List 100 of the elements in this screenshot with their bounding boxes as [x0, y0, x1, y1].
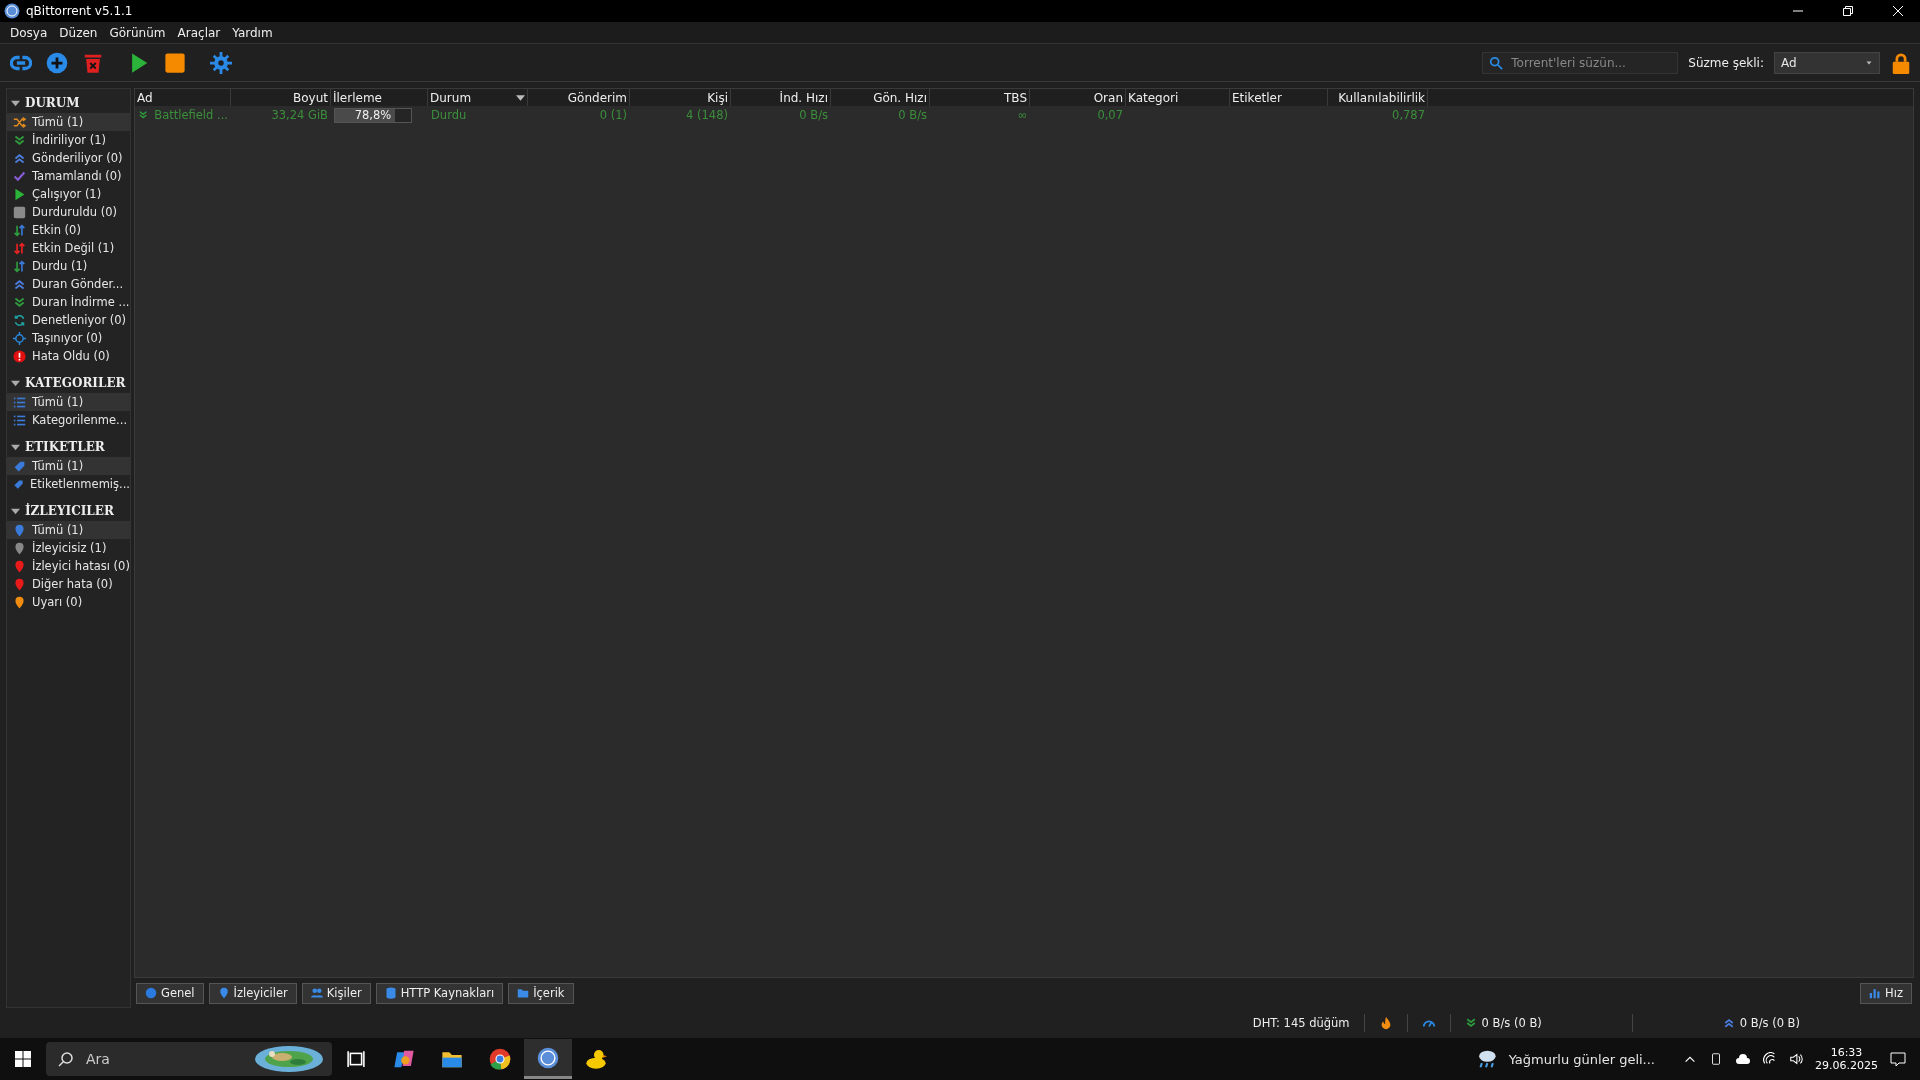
play-icon [13, 187, 26, 201]
filter-item[interactable]: Tümü (1) [7, 113, 130, 131]
pin-icon [217, 987, 230, 999]
upload-icon [13, 151, 26, 165]
table-cell: 0 B/s [898, 108, 927, 122]
speed-button[interactable]: Hız [1860, 982, 1912, 1004]
volume-icon [1789, 1052, 1803, 1066]
filter-item[interactable]: Çalışıyor (1) [7, 185, 130, 203]
list-icon [13, 395, 26, 409]
filter-item[interactable]: Uyarı (0) [7, 593, 130, 611]
panel-tab[interactable]: Genel [136, 982, 204, 1004]
filter-item[interactable]: Taşınıyor (0) [7, 329, 130, 347]
menu-item[interactable]: Görünüm [103, 25, 172, 40]
weather-text: Yağmurlu günler geli... [1508, 1051, 1655, 1067]
collapse-icon[interactable] [11, 378, 20, 388]
filter-item[interactable]: Hata Oldu (0) [7, 347, 130, 365]
settings-icon [210, 51, 232, 74]
filter-item[interactable]: Etkin Değil (1) [7, 239, 130, 257]
menu-item[interactable]: Araçlar [171, 25, 227, 40]
info-icon [145, 987, 157, 999]
filter-label: Süzme şekli: [1688, 55, 1764, 70]
section-title: KATEGORILER [25, 376, 126, 390]
filter-item[interactable]: Tümü (1) [7, 457, 130, 475]
search-icon [1489, 55, 1504, 70]
pin-icon [13, 595, 26, 609]
menu-item[interactable]: Dosya [4, 25, 54, 40]
upload-icon [1722, 1017, 1735, 1029]
checkmark-icon [13, 169, 26, 183]
filter-item[interactable]: Diğer hata (0) [7, 575, 130, 593]
pin-icon [13, 523, 26, 537]
search-icon [58, 1051, 74, 1067]
cloud-icon [1735, 1051, 1751, 1067]
plus-icon [46, 51, 68, 74]
table-cell: 0,787 [1392, 108, 1425, 122]
refresh-icon [13, 313, 26, 327]
filter-item[interactable]: Etkin (0) [7, 221, 130, 239]
arrows-icon [13, 259, 26, 273]
panel-tab[interactable]: İzleyiciler [208, 982, 297, 1004]
device-icon [1709, 1052, 1723, 1066]
search-field[interactable]: Torrent'leri süzün... [1482, 51, 1679, 74]
collapse-icon[interactable] [11, 98, 20, 108]
arrows-icon [13, 223, 26, 237]
filter-item[interactable]: Duran Gönder... [7, 275, 130, 293]
panel-tab[interactable]: HTTP Kaynakları [375, 982, 504, 1004]
download-status: 0 B/s (0 B) [1464, 1016, 1542, 1030]
table-cell: 0 B/s [799, 108, 828, 122]
section-title: DURUM [25, 96, 80, 110]
filter-item[interactable]: İndiriliyor (1) [7, 131, 130, 149]
collapse-icon[interactable] [11, 442, 20, 452]
filter-item[interactable]: Durduruldu (0) [7, 203, 130, 221]
panel-tab[interactable]: İçerik [508, 982, 574, 1004]
windows-icon [15, 1051, 31, 1067]
filter-item[interactable]: Tümü (1) [7, 393, 130, 411]
filter-item[interactable]: Denetleniyor (0) [7, 311, 130, 329]
filter-item[interactable]: Duran İndirme ... [7, 293, 130, 311]
ribbon-icon [393, 1048, 415, 1070]
filter-item[interactable]: Tamamlandı (0) [7, 167, 130, 185]
menu-item[interactable]: Yardım [226, 25, 279, 40]
taskbar-search-input[interactable]: Ara [84, 1050, 234, 1068]
filter-item[interactable]: Durdu (1) [7, 257, 130, 275]
filter-item[interactable]: Tümü (1) [7, 521, 130, 539]
error-icon [13, 349, 26, 363]
list-icon [13, 413, 26, 427]
pin-icon [13, 541, 26, 555]
shuffle-icon [13, 115, 26, 129]
table-cell: Durdu [431, 108, 467, 122]
dht-status: DHT: 145 düğüm [1252, 1016, 1350, 1030]
panel-tab[interactable]: Kişiler [301, 982, 371, 1004]
pin-icon [13, 577, 26, 591]
lock-icon [1890, 50, 1912, 75]
table-cell: Battlefield ... [154, 108, 228, 122]
crosshair-icon [13, 331, 26, 345]
table-cell: 4 (148) [686, 108, 728, 122]
search-input[interactable]: Torrent'leri süzün... [1509, 54, 1660, 71]
menu-item[interactable]: Düzen [53, 25, 104, 40]
filter-item[interactable]: İzleyicisiz (1) [7, 539, 130, 557]
taskbar-search-field[interactable]: Ara [46, 1042, 332, 1076]
browser-icon [489, 1048, 511, 1070]
folder-icon [517, 987, 530, 999]
filter-item[interactable]: Gönderiliyor (0) [7, 149, 130, 167]
table-cell: 0 (1) [599, 108, 627, 122]
settings-button[interactable] [208, 49, 234, 76]
duck-icon [585, 1048, 607, 1070]
tag-icon [13, 477, 24, 491]
stop-icon [13, 205, 26, 219]
notification-icon [1890, 1051, 1906, 1067]
progress-bar: 78,8% [334, 107, 412, 123]
section-title: ETIKETLER [25, 440, 105, 454]
taskbar-app[interactable] [524, 1039, 572, 1079]
collapse-icon[interactable] [11, 506, 20, 516]
filter-item[interactable]: Kategorilenme... [7, 411, 130, 429]
download-icon [138, 109, 149, 121]
tag-icon [13, 459, 26, 473]
close-icon [1893, 6, 1903, 16]
task-view-icon [347, 1050, 365, 1068]
filter-item[interactable]: Etiketlenmemiş... [7, 475, 130, 493]
upload-icon [13, 277, 26, 291]
wifi-icon [1763, 1052, 1777, 1066]
filter-item[interactable]: İzleyici hatası (0) [7, 557, 130, 575]
filter-dropdown[interactable]: Ad [1774, 51, 1880, 74]
